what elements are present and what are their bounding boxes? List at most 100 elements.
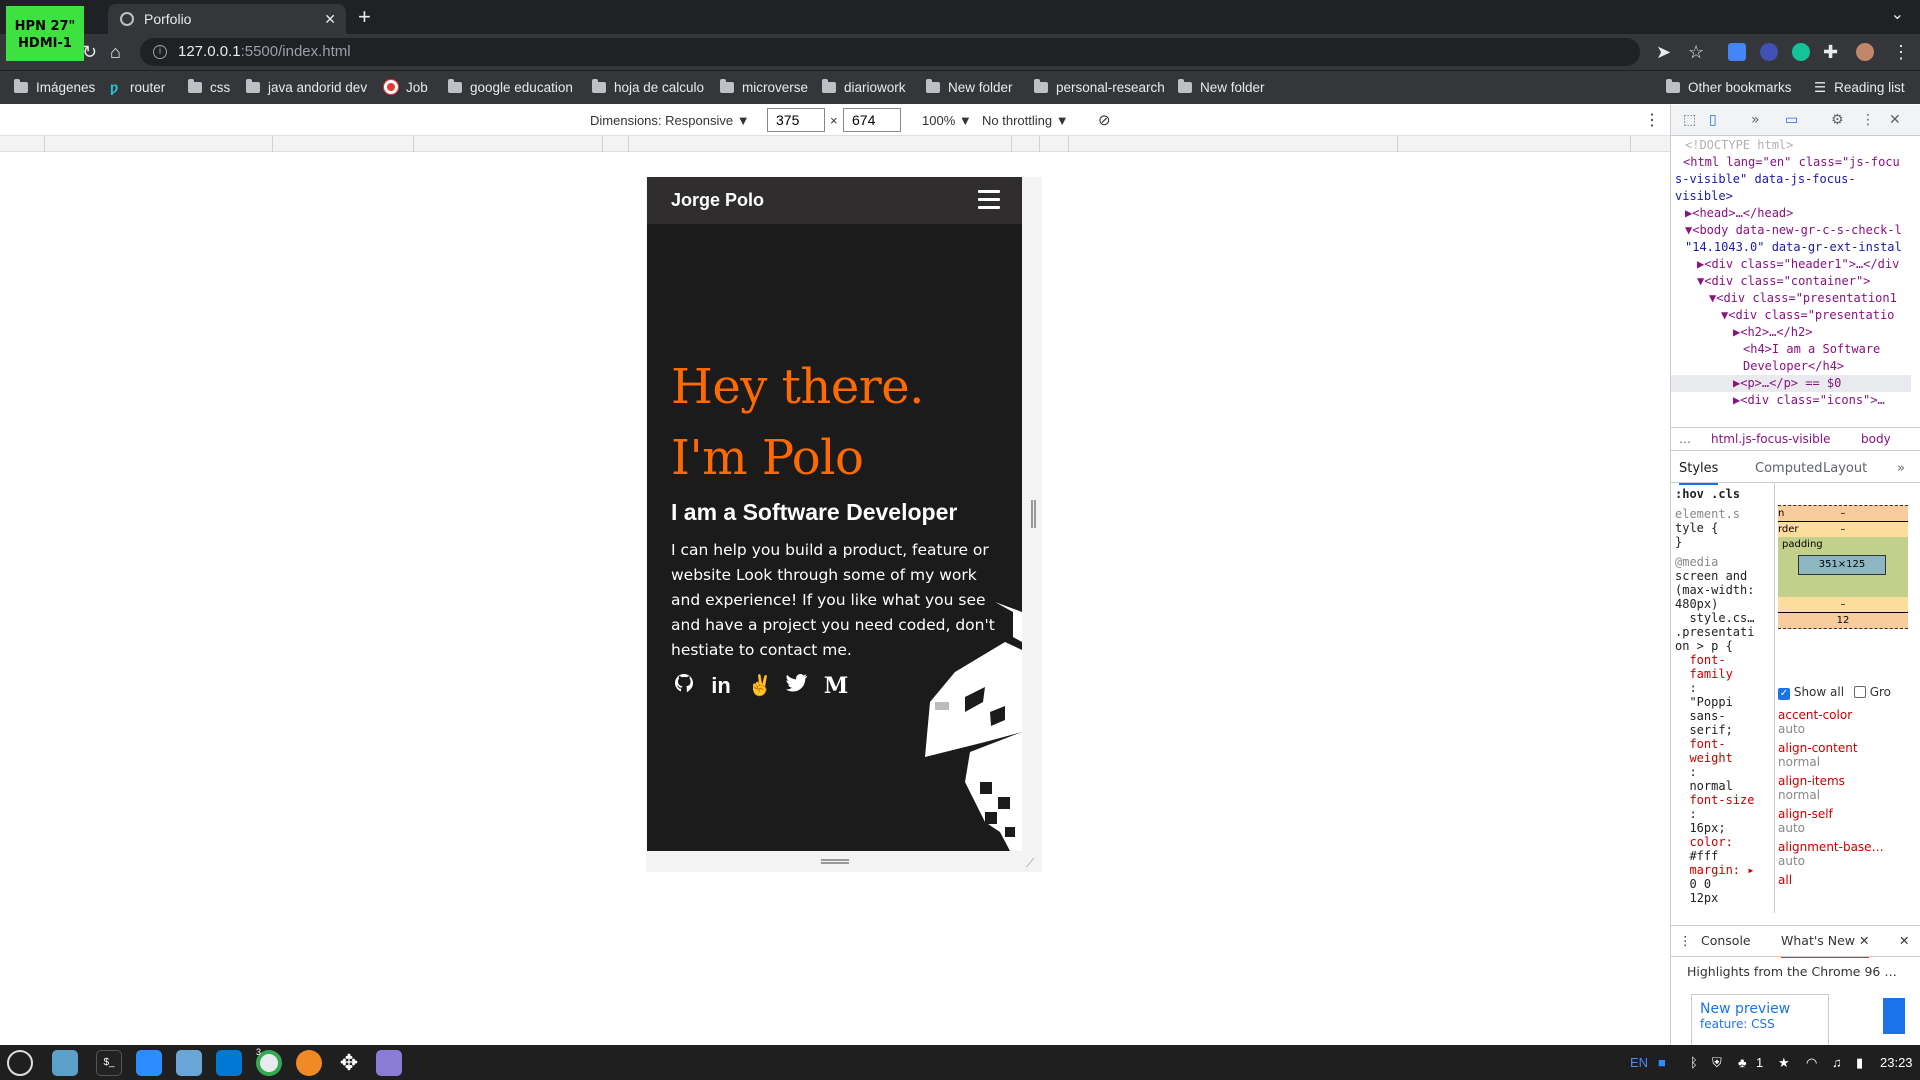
battery-icon[interactable]: ▮ xyxy=(1856,1045,1863,1080)
device-toolbar-menu-icon[interactable]: ⋮ xyxy=(1644,105,1660,136)
height-input[interactable]: 674 xyxy=(843,108,901,132)
site-brand[interactable]: Jorge Polo xyxy=(671,177,764,224)
music-icon[interactable]: ♫ xyxy=(1832,1045,1842,1080)
throttling-select[interactable]: No throttling ▼ xyxy=(982,105,1069,136)
text-editor-icon[interactable] xyxy=(376,1050,402,1076)
inspect-element-icon[interactable]: ⬚ xyxy=(1683,105,1696,136)
tab-close-icon[interactable]: ✕ xyxy=(324,4,336,34)
bookmark-hoja-de-calculo[interactable]: hoja de calculo xyxy=(592,71,704,105)
devtools-menu-icon[interactable]: ⋮ xyxy=(1861,105,1875,136)
bookmark-new-folder-2[interactable]: New folder xyxy=(1178,71,1265,105)
more-panels-icon[interactable]: » xyxy=(1751,105,1760,136)
bookmark-microverse[interactable]: microverse xyxy=(720,71,808,105)
vscode-icon[interactable] xyxy=(216,1050,242,1076)
computed-prop[interactable]: align-self xyxy=(1778,807,1918,821)
github-icon[interactable] xyxy=(671,673,697,699)
move-tool-icon[interactable]: ✥ xyxy=(336,1050,362,1076)
computed-prop[interactable]: all xyxy=(1778,873,1918,887)
hamburger-menu-icon[interactable] xyxy=(978,190,1000,210)
drawer-menu-icon[interactable]: ⋮ xyxy=(1679,926,1692,956)
linkedin-icon[interactable]: in xyxy=(708,673,734,699)
firefox-icon[interactable] xyxy=(296,1050,322,1076)
drawer-tab-whats-new[interactable]: What's New ✕ xyxy=(1781,926,1870,958)
dom-line[interactable]: visible> xyxy=(1671,188,1911,205)
computed-prop[interactable]: alignment-base… xyxy=(1778,840,1918,854)
angellist-icon[interactable]: ✌ xyxy=(747,673,773,699)
rotate-icon[interactable]: ⊘ xyxy=(1098,105,1111,136)
dom-line[interactable]: ▶<head>…</head> xyxy=(1671,205,1911,222)
settings-gear-icon[interactable]: ⚙ xyxy=(1831,105,1844,136)
mint-menu-icon[interactable] xyxy=(7,1050,33,1076)
computed-prop[interactable]: align-content xyxy=(1778,741,1918,755)
dom-line[interactable]: <h4>I am a Software xyxy=(1671,341,1911,358)
dom-line[interactable]: s-visible" data-js-focus- xyxy=(1671,171,1911,188)
dom-line[interactable]: "14.1043.0" data-gr-ext-instal xyxy=(1671,239,1911,256)
translate-extension-icon[interactable] xyxy=(1728,43,1746,61)
resize-handle-right[interactable] xyxy=(1031,500,1036,528)
bookmark-new-folder-1[interactable]: New folder xyxy=(926,71,1013,105)
clock[interactable]: 23:23 xyxy=(1880,1045,1913,1080)
width-input[interactable]: 375 xyxy=(767,108,825,132)
dom-line[interactable]: ▼<div class="presentation1 xyxy=(1671,290,1911,307)
devtools-close-icon[interactable]: ✕ xyxy=(1889,105,1901,136)
medium-icon[interactable]: M xyxy=(823,673,849,699)
zoom-tray-icon[interactable]: ■ xyxy=(1658,1045,1666,1080)
home-icon[interactable]: ⌂ xyxy=(110,41,121,63)
dom-line[interactable]: ▼<div class="container"> xyxy=(1671,273,1911,290)
twitter-icon[interactable] xyxy=(784,673,810,699)
new-tab-button[interactable]: + xyxy=(358,2,371,32)
bluetooth-icon[interactable]: ᛒ xyxy=(1690,1045,1698,1080)
tab-search-icon[interactable]: ⌄ xyxy=(1891,4,1904,24)
address-bar[interactable]: i 127.0.0.1:5500/index.html xyxy=(140,38,1640,66)
bookmark-google-education[interactable]: google education xyxy=(448,71,573,105)
extension-icon[interactable] xyxy=(1760,43,1778,61)
new-preview-card[interactable]: New preview feature: CSS xyxy=(1691,994,1829,1046)
notification-icon[interactable]: ♣ xyxy=(1738,1045,1747,1080)
device-toggle-icon[interactable]: ▯ xyxy=(1709,105,1717,136)
terminal-icon[interactable]: $_ xyxy=(96,1050,122,1076)
tab-styles[interactable]: Styles xyxy=(1679,455,1719,485)
dom-line[interactable]: Developer</h4> xyxy=(1671,358,1911,375)
extensions-puzzle-icon[interactable]: ✚ xyxy=(1823,41,1838,63)
bookmark-css[interactable]: css xyxy=(188,71,230,105)
style-line[interactable]: style.cs… xyxy=(1675,611,1770,625)
media-query-ruler[interactable] xyxy=(0,136,1670,152)
breadcrumb-more[interactable]: … xyxy=(1679,428,1691,450)
shield-icon[interactable]: ⛨ xyxy=(1712,1045,1722,1080)
reading-list[interactable]: ☰ Reading list xyxy=(1814,71,1905,105)
other-bookmarks[interactable]: Other bookmarks xyxy=(1666,71,1792,105)
bookmark-job[interactable]: Job xyxy=(384,71,428,105)
breadcrumb-html[interactable]: html.js-focus-visible xyxy=(1711,428,1830,450)
grammarly-icon[interactable] xyxy=(1792,43,1810,61)
files-icon[interactable] xyxy=(176,1050,202,1076)
tab-computed[interactable]: Computed xyxy=(1755,455,1823,483)
star-icon[interactable]: ★ xyxy=(1778,1045,1790,1080)
tab-portfolio[interactable]: Porfolio ✕ xyxy=(108,4,346,34)
site-info-icon[interactable]: i xyxy=(153,45,167,59)
drawer-tab-console[interactable]: Console xyxy=(1701,926,1751,956)
zoom-select[interactable]: 100% ▼ xyxy=(922,105,972,136)
dom-line[interactable]: ▶<div class="header1">…</div xyxy=(1671,256,1911,273)
profile-avatar[interactable] xyxy=(1856,43,1874,61)
resize-handle-bottom[interactable] xyxy=(821,859,849,864)
computed-prop[interactable]: align-items xyxy=(1778,774,1918,788)
dom-line[interactable]: ▼<div class="presentatio xyxy=(1671,307,1911,324)
breadcrumb-body[interactable]: body xyxy=(1861,428,1891,450)
dom-line[interactable]: ▶<h2>…</h2> xyxy=(1671,324,1911,341)
computed-prop[interactable]: accent-color xyxy=(1778,708,1918,722)
hover-filter[interactable]: :hov xyxy=(1675,487,1704,501)
bookmark-personal-research[interactable]: personal-research xyxy=(1034,71,1165,105)
bookmark-star-icon[interactable]: ☆ xyxy=(1688,41,1704,63)
elements-tree[interactable]: <!DOCTYPE html> <html lang="en" class="j… xyxy=(1671,137,1911,437)
browser-menu-icon[interactable]: ⋮ xyxy=(1892,41,1910,63)
send-icon[interactable]: ➤ xyxy=(1656,41,1671,63)
dom-line[interactable]: ▶<div class="icons">… xyxy=(1671,392,1911,409)
dom-line[interactable]: <!DOCTYPE html> xyxy=(1671,137,1911,154)
drawer-close-icon[interactable]: ✕ xyxy=(1899,926,1909,956)
show-desktop-icon[interactable] xyxy=(52,1050,78,1076)
keyboard-layout[interactable]: EN xyxy=(1630,1045,1648,1080)
show-all-checkbox[interactable]: ✓ xyxy=(1778,688,1790,700)
class-filter[interactable]: .cls xyxy=(1711,487,1740,501)
bookmark-imagenes[interactable]: Imágenes xyxy=(14,71,95,105)
dom-line-selected[interactable]: ▶<p>…</p> == $0 xyxy=(1671,375,1911,392)
